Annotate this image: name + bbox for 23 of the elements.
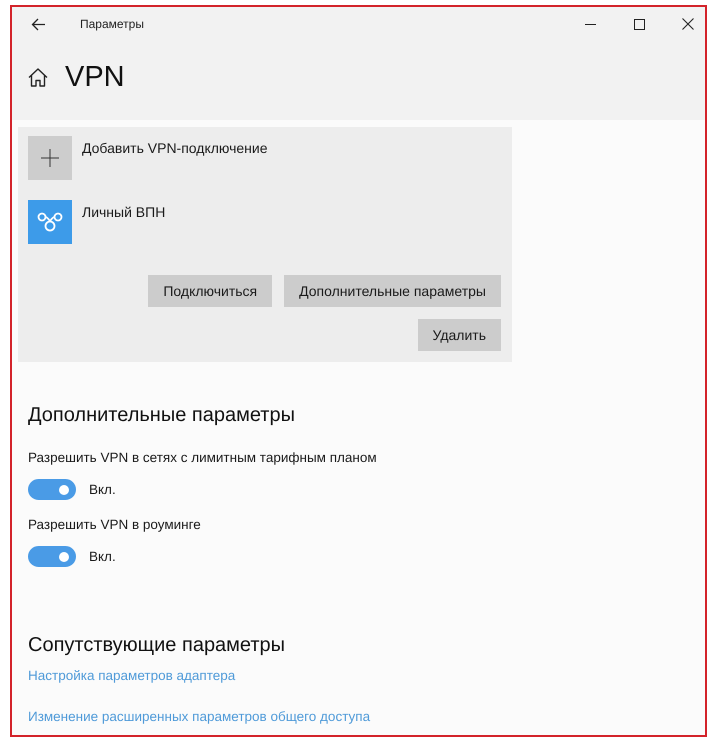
maximize-icon bbox=[634, 18, 644, 30]
action-button[interactable]: Удалить bbox=[418, 319, 501, 351]
vpn-connection-tile[interactable] bbox=[28, 200, 72, 244]
toggle-state-text: Вкл. bbox=[89, 482, 116, 497]
section-heading: Дополнительные параметры bbox=[28, 403, 295, 428]
vpn-link-icon bbox=[37, 211, 63, 233]
setting-label: Разрешить VPN в роуминге bbox=[28, 516, 201, 534]
page-title: VPN bbox=[65, 61, 125, 94]
back-arrow-icon bbox=[30, 18, 46, 30]
toggle-switch[interactable] bbox=[28, 546, 76, 567]
vpn-connection-name[interactable]: Личный ВПН bbox=[82, 204, 166, 220]
section-heading: Сопутствующие параметры bbox=[28, 633, 286, 658]
add-vpn-label[interactable]: Добавить VPN-подключение bbox=[82, 140, 268, 156]
add-vpn-tile[interactable] bbox=[28, 136, 72, 180]
action-button[interactable]: Подключиться bbox=[148, 275, 272, 307]
plus-icon bbox=[41, 149, 59, 167]
window-title: Параметры bbox=[80, 17, 144, 31]
toggle-state-text: Вкл. bbox=[89, 549, 116, 564]
home-icon[interactable] bbox=[28, 68, 48, 87]
setting-label: Разрешить VPN в сетях с лимитным тарифным планом bbox=[28, 449, 377, 467]
action-button[interactable]: Дополнительные параметры bbox=[284, 275, 501, 307]
toggle-switch[interactable] bbox=[28, 479, 76, 500]
close-icon bbox=[682, 18, 694, 30]
